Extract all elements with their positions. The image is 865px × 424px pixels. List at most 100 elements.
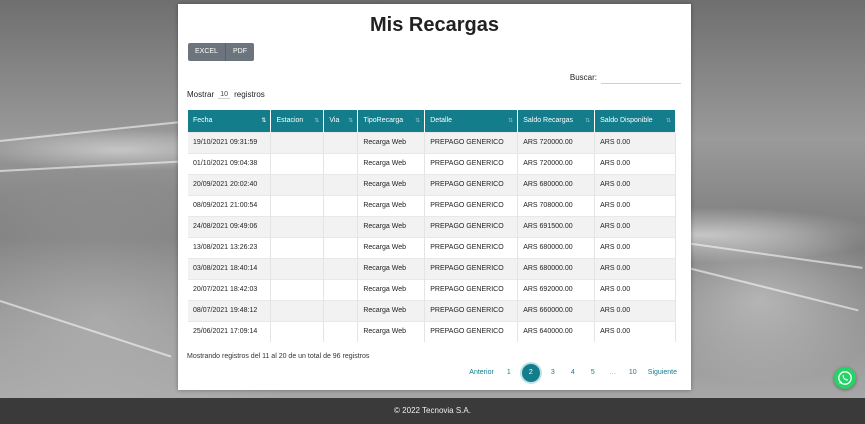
footer-copyright: © 2022 Tecnovia S.A. xyxy=(394,406,471,415)
table-row: 20/09/2021 20:02:40 Recarga Web PREPAGO GE… xyxy=(188,173,676,195)
pagination: Anterior 1 2 3 4 5 … 10 Siguiente xyxy=(463,364,681,382)
sort-arrows-icon: ⇅ xyxy=(314,118,320,124)
cell-detalle: PREPAGO GENERICO xyxy=(424,215,519,237)
column-header-estacion[interactable]: Estacion ⇅ xyxy=(270,110,325,132)
cell-fecha: 13/08/2021 13:26:23 xyxy=(188,236,272,258)
cell-estacion xyxy=(270,278,325,300)
cell-tiporecarga: Recarga Web xyxy=(357,257,426,279)
cell-saldo-recargas: ARS 640000.00 xyxy=(517,320,596,342)
cell-detalle: PREPAGO GENERICO xyxy=(424,299,519,321)
length-select[interactable]: 10 xyxy=(218,91,231,99)
table-row: 08/07/2021 19:48:12 Recarga Web PREPAGO GE… xyxy=(188,299,676,321)
pagination-page[interactable]: 4 xyxy=(564,364,582,382)
excel-export-button[interactable]: EXCEL xyxy=(188,43,226,61)
cell-saldo-recargas: ARS 708000.00 xyxy=(517,194,596,216)
cell-detalle: PREPAGO GENERICO xyxy=(424,320,519,342)
recharges-table: Fecha ⇅ Estacion ⇅ Via ⇅ TipoRecarga ⇅ Detal… xyxy=(188,110,676,342)
whatsapp-icon[interactable] xyxy=(834,367,856,389)
cell-saldo-recargas: ARS 680000.00 xyxy=(517,173,596,195)
cell-detalle: PREPAGO GENERICO xyxy=(424,257,519,279)
cell-tiporecarga: Recarga Web xyxy=(357,173,426,195)
table-header-row: Fecha ⇅ Estacion ⇅ Via ⇅ TipoRecarga ⇅ Detal… xyxy=(188,110,676,132)
pagination-previous[interactable]: Anterior xyxy=(465,364,498,382)
cell-saldo-disponible: ARS 0.00 xyxy=(594,152,676,174)
cell-estacion xyxy=(270,236,325,258)
length-prefix: Mostrar xyxy=(187,90,215,99)
cell-fecha: 08/07/2021 19:48:12 xyxy=(188,299,272,321)
pagination-page[interactable]: 5 xyxy=(584,364,602,382)
cell-via xyxy=(323,236,359,258)
sort-arrows-icon: ⇅ xyxy=(415,118,421,124)
cell-fecha: 20/09/2021 20:02:40 xyxy=(188,173,272,195)
cell-saldo-disponible: ARS 0.00 xyxy=(594,299,676,321)
cell-estacion xyxy=(270,152,325,174)
cell-estacion xyxy=(270,299,325,321)
cell-fecha: 24/08/2021 09:49:06 xyxy=(188,215,272,237)
cell-tiporecarga: Recarga Web xyxy=(357,278,426,300)
cell-via xyxy=(323,173,359,195)
table-row: 13/08/2021 13:26:23 Recarga Web PREPAGO GE… xyxy=(188,236,676,258)
cell-via xyxy=(323,131,359,153)
cell-via xyxy=(323,257,359,279)
cell-via xyxy=(323,215,359,237)
cell-tiporecarga: Recarga Web xyxy=(357,194,426,216)
pagination-page[interactable]: 3 xyxy=(544,364,562,382)
column-header-fecha[interactable]: Fecha ⇅ xyxy=(188,110,272,132)
cell-saldo-disponible: ARS 0.00 xyxy=(594,278,676,300)
cell-fecha: 20/07/2021 18:42:03 xyxy=(188,278,272,300)
column-header-saldo-disponible[interactable]: Saldo Disponible ⇅ xyxy=(594,110,676,132)
table-body: 19/10/2021 09:31:59 Recarga Web PREPAGO GE… xyxy=(188,131,676,342)
cell-fecha: 03/08/2021 18:40:14 xyxy=(188,257,272,279)
column-header-detalle[interactable]: Detalle ⇅ xyxy=(424,110,519,132)
pdf-export-button[interactable]: PDF xyxy=(225,43,254,61)
search-input[interactable] xyxy=(601,70,681,84)
cell-tiporecarga: Recarga Web xyxy=(357,299,426,321)
cell-saldo-disponible: ARS 0.00 xyxy=(594,215,676,237)
cell-detalle: PREPAGO GENERICO xyxy=(424,278,519,300)
cell-detalle: PREPAGO GENERICO xyxy=(424,236,519,258)
pagination-page[interactable]: 1 xyxy=(500,364,518,382)
sort-arrows-icon: ⇅ xyxy=(665,118,671,124)
table-row: 03/08/2021 18:40:14 Recarga Web PREPAGO GE… xyxy=(188,257,676,279)
cell-saldo-recargas: ARS 720000.00 xyxy=(517,152,596,174)
cell-saldo-recargas: ARS 680000.00 xyxy=(517,236,596,258)
table-row: 19/10/2021 09:31:59 Recarga Web PREPAGO GE… xyxy=(188,131,676,153)
cell-detalle: PREPAGO GENERICO xyxy=(424,173,519,195)
cell-via xyxy=(323,152,359,174)
cell-tiporecarga: Recarga Web xyxy=(357,320,426,342)
table-row: 01/10/2021 09:04:38 Recarga Web PREPAGO GE… xyxy=(188,152,676,174)
cell-detalle: PREPAGO GENERICO xyxy=(424,131,519,153)
sort-arrows-icon: ⇅ xyxy=(585,118,591,124)
cell-saldo-disponible: ARS 0.00 xyxy=(594,131,676,153)
table-row: 25/06/2021 17:09:14 Recarga Web PREPAGO GE… xyxy=(188,320,676,342)
table-row: 08/09/2021 21:00:54 Recarga Web PREPAGO GE… xyxy=(188,194,676,216)
cell-via xyxy=(323,299,359,321)
page-length-control: Mostrar 10 registros xyxy=(187,90,265,99)
table-row: 24/08/2021 09:49:06 Recarga Web PREPAGO GE… xyxy=(188,215,676,237)
table-info: Mostrando registros del 11 al 20 de un t… xyxy=(187,353,370,360)
pagination-next[interactable]: Siguiente xyxy=(644,364,681,382)
pagination-page-active[interactable]: 2 xyxy=(521,364,540,382)
cell-estacion xyxy=(270,215,325,237)
cell-detalle: PREPAGO GENERICO xyxy=(424,152,519,174)
cell-fecha: 19/10/2021 09:31:59 xyxy=(188,131,272,153)
export-button-group: EXCEL PDF xyxy=(188,43,254,61)
column-header-tiporecarga[interactable]: TipoRecarga ⇅ xyxy=(357,110,426,132)
cell-saldo-recargas: ARS 680000.00 xyxy=(517,257,596,279)
pagination-ellipsis: … xyxy=(609,369,617,376)
sort-arrows-icon: ⇅ xyxy=(261,118,267,124)
cell-tiporecarga: Recarga Web xyxy=(357,131,426,153)
cell-estacion xyxy=(270,173,325,195)
cell-saldo-recargas: ARS 720000.00 xyxy=(517,131,596,153)
column-header-saldo-recargas[interactable]: Saldo Recargas ⇅ xyxy=(517,110,596,132)
cell-estacion xyxy=(270,131,325,153)
cell-via xyxy=(323,278,359,300)
cell-tiporecarga: Recarga Web xyxy=(357,215,426,237)
cell-saldo-recargas: ARS 660000.00 xyxy=(517,299,596,321)
cell-tiporecarga: Recarga Web xyxy=(357,152,426,174)
length-suffix: registros xyxy=(234,90,265,99)
pagination-page[interactable]: 10 xyxy=(624,364,642,382)
cell-via xyxy=(323,194,359,216)
column-header-via[interactable]: Via ⇅ xyxy=(323,110,359,132)
cell-estacion xyxy=(270,320,325,342)
